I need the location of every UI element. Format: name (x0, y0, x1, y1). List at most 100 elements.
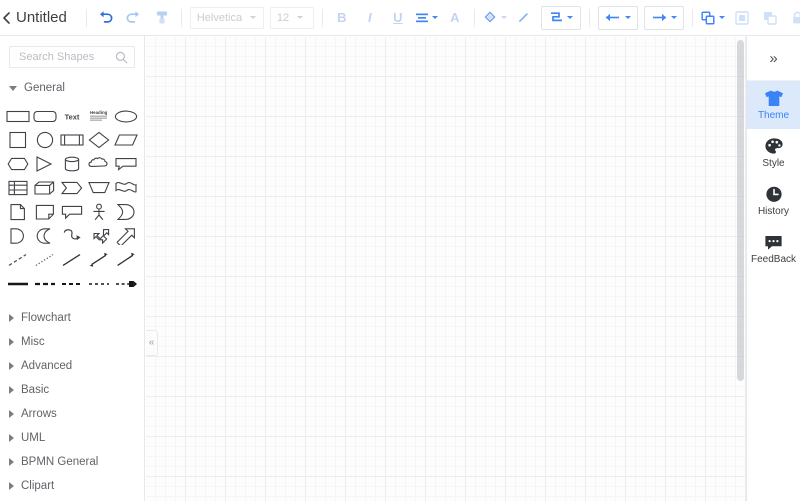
arrow-right-icon (650, 12, 668, 23)
search-input[interactable] (17, 50, 112, 64)
shape-speech-rect[interactable] (112, 152, 139, 176)
lock-button[interactable] (787, 7, 800, 29)
shape-parallelogram[interactable] (112, 128, 139, 152)
rail-item-style[interactable]: Style (747, 129, 800, 177)
font-size-select[interactable]: 12 (269, 6, 314, 29)
shape-arrow-up-right[interactable] (112, 224, 139, 248)
shape-double-arrow[interactable] (85, 224, 112, 248)
chevron-down-icon (250, 16, 257, 19)
shape-solid-connector[interactable] (5, 272, 32, 296)
rail-item-theme[interactable]: Theme (747, 81, 800, 129)
shape-document[interactable] (5, 200, 32, 224)
shape-process[interactable] (59, 128, 86, 152)
sidebar-collapse-handle[interactable]: « (146, 330, 158, 356)
shape-flag[interactable] (112, 176, 139, 200)
shape-callout[interactable] (59, 200, 86, 224)
shape-semicircle[interactable] (5, 224, 32, 248)
shape-diamond[interactable] (85, 128, 112, 152)
search-box[interactable] (9, 46, 135, 68)
arrange-button[interactable] (701, 7, 725, 29)
shape-actor[interactable] (85, 200, 112, 224)
bold-button[interactable]: B (331, 7, 353, 29)
toolbar-divider (691, 8, 693, 27)
sidebar-item-basic[interactable]: Basic (0, 378, 144, 402)
line-start-button[interactable] (597, 5, 638, 30)
sidebar-item-flowchart[interactable]: Flowchart (0, 306, 144, 330)
triangle-right-icon (9, 314, 14, 322)
shape-step[interactable] (59, 176, 86, 200)
shape-arrow-both[interactable] (85, 248, 112, 272)
sidebar-item-label: Basic (21, 384, 50, 396)
shape-textbox[interactable]: Heading (85, 104, 112, 128)
sidebar-item-advanced[interactable]: Advanced (0, 354, 144, 378)
shape-table[interactable] (5, 176, 32, 200)
shape-trapezoid[interactable] (85, 176, 112, 200)
shape-tape[interactable] (112, 200, 139, 224)
shape-dash-dot-connector[interactable] (59, 272, 86, 296)
shape-line[interactable] (59, 248, 86, 272)
toolbar-divider (180, 8, 182, 27)
shape-cloud[interactable] (85, 152, 112, 176)
chevron-down-icon (718, 16, 725, 19)
shape-crescent[interactable] (32, 224, 59, 248)
shape-arrow-single[interactable] (112, 248, 139, 272)
right-panel-rail: » Theme Style History FeedBack (746, 36, 800, 501)
shape-text[interactable]: Text (59, 104, 86, 128)
section-general-header[interactable]: General (0, 76, 144, 100)
undo-button[interactable] (95, 7, 117, 29)
shape-ellipse[interactable] (112, 104, 139, 128)
triangle-right-icon (9, 362, 14, 370)
shape-long-dash-connector[interactable] (85, 272, 112, 296)
shape-circle[interactable] (32, 128, 59, 152)
bring-to-front-button[interactable] (731, 7, 753, 29)
line-end-button[interactable] (643, 5, 684, 30)
shape-rounded-rectangle[interactable] (32, 104, 59, 128)
shape-note[interactable] (32, 200, 59, 224)
rail-item-label: Style (762, 158, 785, 169)
sidebar-item-misc[interactable]: Misc (0, 330, 144, 354)
shape-square[interactable] (5, 128, 32, 152)
italic-button[interactable]: I (359, 7, 381, 29)
chevron-down-icon (625, 16, 632, 19)
document-title[interactable]: Untitled (16, 9, 67, 26)
shape-triangle[interactable] (32, 152, 59, 176)
redo-button[interactable] (123, 7, 145, 29)
canvas-vertical-scrollbar[interactable] (737, 40, 744, 381)
rail-item-feedback[interactable]: FeedBack (747, 225, 800, 273)
sidebar-item-label: UML (21, 432, 46, 444)
rail-collapse-button[interactable]: » (747, 36, 800, 81)
shape-cylinder[interactable] (59, 152, 86, 176)
rail-item-history[interactable]: History (747, 177, 800, 225)
shape-dashed-line[interactable] (5, 248, 32, 272)
toolbar-divider (321, 8, 323, 27)
sidebar-item-arrows[interactable]: Arrows (0, 402, 144, 426)
shape-cube[interactable] (32, 176, 59, 200)
shape-hexagon[interactable] (5, 152, 32, 176)
toolbar-divider (588, 8, 590, 27)
sidebar-item-uml[interactable]: UML (0, 426, 144, 450)
diagram-canvas[interactable] (146, 37, 746, 501)
fill-color-button[interactable] (483, 7, 507, 29)
chevron-left-icon (0, 11, 14, 25)
format-painter-button[interactable] (151, 7, 173, 29)
shape-rectangle[interactable] (5, 104, 32, 128)
align-button[interactable] (415, 7, 438, 29)
triangle-right-icon (9, 434, 14, 442)
shape-arrow-connector[interactable] (112, 272, 139, 296)
section-general-label: General (24, 82, 65, 94)
shape-dotted-line[interactable] (32, 248, 59, 272)
font-family-select[interactable]: Helvetica (189, 6, 264, 29)
font-color-button[interactable]: A (444, 7, 466, 29)
shape-dashed-connector[interactable] (32, 272, 59, 296)
connector-style-button[interactable] (540, 5, 581, 30)
shape-curve-arrow[interactable] (59, 224, 86, 248)
toolbar-divider (473, 8, 475, 27)
sidebar-item-bpmn-general[interactable]: BPMN General (0, 450, 144, 474)
send-to-back-button[interactable] (759, 7, 781, 29)
sidebar-item-label: Misc (21, 336, 45, 348)
underline-button[interactable]: U (387, 7, 409, 29)
line-color-button[interactable] (513, 7, 535, 29)
sidebar-item-clipart[interactable]: Clipart (0, 474, 144, 498)
shape-palette: Text Heading (0, 100, 144, 302)
back-button[interactable] (0, 0, 14, 36)
